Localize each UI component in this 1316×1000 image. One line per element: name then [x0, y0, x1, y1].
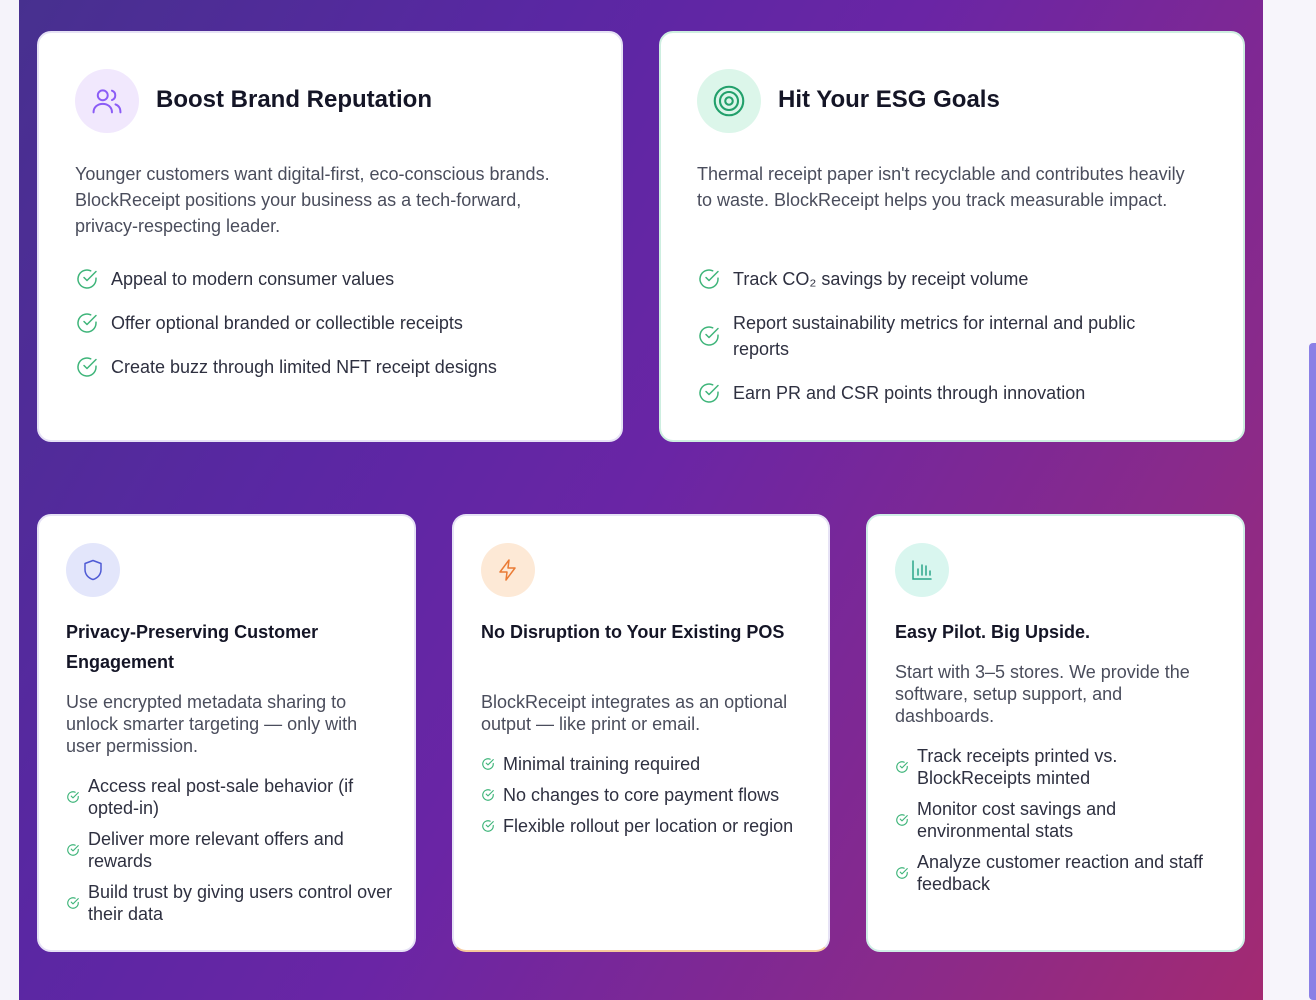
bar-chart-icon: [895, 543, 949, 597]
list-item-label: Create buzz through limited NFT receipt …: [111, 357, 497, 377]
list-item: Earn PR and CSR points through innovatio…: [697, 380, 1197, 406]
list-item-label: Deliver more relevant offers and rewards: [88, 829, 344, 871]
check-circle-icon: [67, 844, 79, 856]
list-item: No changes to core payment flows: [481, 784, 801, 806]
card-description: Use encrypted metadata sharing to unlock…: [66, 692, 358, 756]
check-circle-icon: [77, 269, 97, 289]
check-circle-icon: [699, 326, 719, 346]
benefit-list: Track CO₂ savings by receipt volume Repo…: [697, 266, 1197, 406]
check-circle-icon: [896, 761, 908, 773]
brand-reputation-card: Boost Brand Reputation Younger customers…: [37, 31, 623, 442]
benefit-list: Minimal training required No changes to …: [481, 753, 801, 837]
list-item: Track receipts printed vs. BlockReceipts…: [895, 745, 1215, 789]
check-circle-icon: [77, 313, 97, 333]
list-item-label: Offer optional branded or collectible re…: [111, 313, 463, 333]
privacy-engagement-card: Privacy-Preserving Customer Engagement U…: [37, 514, 416, 952]
users-icon: [75, 69, 139, 133]
check-circle-icon: [77, 357, 97, 377]
check-circle-icon: [482, 758, 494, 770]
check-circle-icon: [482, 789, 494, 801]
card-description: Start with 3–5 stores. We provide the so…: [895, 662, 1190, 726]
list-item-label: Appeal to modern consumer values: [111, 269, 395, 289]
card-title: No Disruption to Your Existing POS: [481, 622, 785, 642]
list-item: Offer optional branded or collectible re…: [75, 310, 595, 336]
card-title: Boost Brand Reputation: [156, 86, 432, 113]
list-item-label: Build trust by giving users control over…: [88, 882, 393, 924]
list-item: Analyze customer reaction and staff feed…: [895, 851, 1215, 895]
card-description: Thermal receipt paper isn't recyclable a…: [697, 164, 1185, 210]
list-item: Report sustainability metrics for intern…: [697, 310, 1197, 362]
card-title: Easy Pilot. Big Upside.: [895, 622, 1091, 642]
list-item: Build trust by giving users control over…: [66, 881, 396, 925]
card-title: Privacy-Preserving Customer Engagement: [66, 622, 319, 672]
pos-integration-card: No Disruption to Your Existing POS Block…: [452, 514, 830, 952]
easy-pilot-card: Easy Pilot. Big Upside. Start with 3–5 s…: [866, 514, 1245, 952]
scrollbar-thumb[interactable]: [1309, 343, 1316, 1000]
list-item: Deliver more relevant offers and rewards: [66, 828, 396, 872]
list-item-label: Report sustainability metrics for intern…: [733, 313, 1136, 359]
list-item: Flexible rollout per location or region: [481, 815, 801, 837]
shield-icon: [66, 543, 120, 597]
list-item-label: Monitor cost savings and environmental s…: [917, 799, 1117, 841]
esg-goals-card: Hit Your ESG Goals Thermal receipt paper…: [659, 31, 1245, 442]
list-item-label: No changes to core payment flows: [503, 785, 780, 805]
target-icon: [697, 69, 761, 133]
list-item: Appeal to modern consumer values: [75, 266, 595, 292]
list-item: Track CO₂ savings by receipt volume: [697, 266, 1197, 292]
card-description: Younger customers want digital-first, ec…: [75, 164, 550, 236]
list-item-label: Analyze customer reaction and staff feed…: [917, 852, 1203, 894]
list-item-label: Earn PR and CSR points through innovatio…: [733, 383, 1086, 403]
check-circle-icon: [67, 791, 79, 803]
lightning-icon: [481, 543, 535, 597]
scrollbar-track[interactable]: [1263, 0, 1316, 1000]
check-circle-icon: [67, 897, 79, 909]
list-item: Minimal training required: [481, 753, 801, 775]
list-item-label: Access real post-sale behavior (if opted…: [88, 776, 354, 818]
check-circle-icon: [482, 820, 494, 832]
check-circle-icon: [896, 814, 908, 826]
list-item-label: Minimal training required: [503, 754, 701, 774]
card-title: Hit Your ESG Goals: [778, 86, 1000, 113]
check-circle-icon: [699, 269, 719, 289]
benefit-list: Access real post-sale behavior (if opted…: [66, 775, 396, 925]
list-item: Create buzz through limited NFT receipt …: [75, 354, 595, 380]
list-item: Access real post-sale behavior (if opted…: [66, 775, 396, 819]
list-item-label: Flexible rollout per location or region: [503, 816, 794, 836]
card-description: BlockReceipt integrates as an optional o…: [481, 692, 788, 734]
list-item: Monitor cost savings and environmental s…: [895, 798, 1215, 842]
benefit-list: Track receipts printed vs. BlockReceipts…: [895, 745, 1215, 895]
benefit-list: Appeal to modern consumer values Offer o…: [75, 266, 595, 380]
list-item-label: Track CO₂ savings by receipt volume: [733, 269, 1029, 289]
list-item-label: Track receipts printed vs. BlockReceipts…: [917, 746, 1118, 788]
check-circle-icon: [699, 383, 719, 403]
check-circle-icon: [896, 867, 908, 879]
